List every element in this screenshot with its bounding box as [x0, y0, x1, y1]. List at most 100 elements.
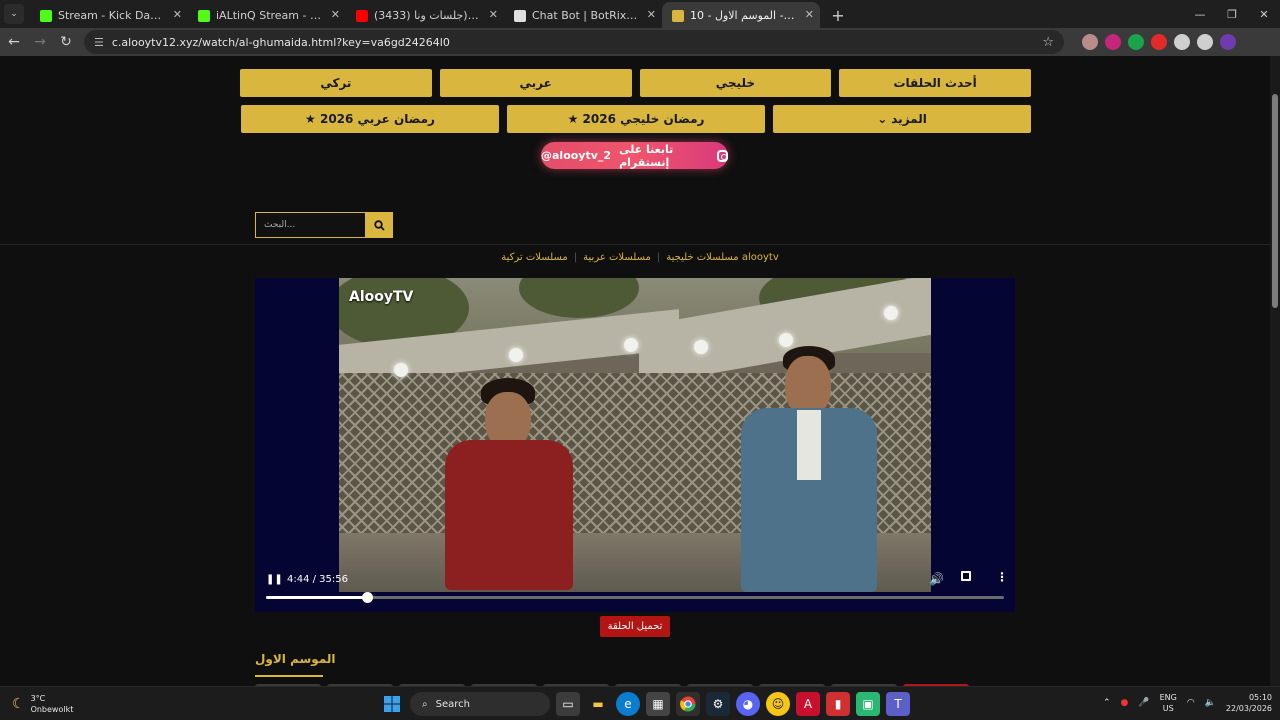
nav-button[interactable]: أحدث الحلقات — [839, 69, 1031, 97]
tab-close-icon[interactable]: ✕ — [805, 8, 814, 21]
maximize-button[interactable]: ❐ — [1216, 0, 1248, 28]
forward-button[interactable]: → — [28, 30, 52, 54]
browser-tab[interactable]: Stream - Kick Dashboard ✕ — [30, 2, 188, 28]
chrome-logo-icon — [680, 696, 696, 712]
media-app-icon[interactable]: ▮ — [826, 692, 850, 716]
extension-icon[interactable] — [1220, 34, 1236, 50]
speaker-icon[interactable]: 🔈 — [1205, 698, 1216, 708]
site-search: البحث... — [255, 212, 393, 238]
tab-search-button[interactable]: ⌄ — [4, 4, 24, 24]
tab-title: Chat Bot | BotRix — Cloud Strea — [532, 8, 640, 22]
extension-icon[interactable] — [1174, 34, 1190, 50]
url-text: c.alooytv12.xyz/watch/al-ghumaida.html?k… — [111, 35, 450, 49]
nav-button[interactable]: تركي — [240, 69, 432, 97]
seek-bar-played — [266, 596, 368, 599]
back-button[interactable]: ← — [2, 30, 26, 54]
tab-favicon-icon — [356, 10, 368, 22]
extension-icon[interactable] — [1105, 34, 1121, 50]
weather-widget[interactable]: ☾ 3°C Onbewolkt — [12, 693, 73, 715]
emoji-app-icon[interactable]: ☺ — [766, 692, 790, 716]
more-menu-button[interactable]: المزيد ⌄ — [773, 105, 1031, 133]
tab-title: العميضة - الموسم الاول - 10 — [690, 8, 798, 22]
seek-bar[interactable] — [266, 592, 1004, 603]
clock[interactable]: 05:10 22/03/2026 — [1226, 692, 1272, 714]
tab-close-icon[interactable]: ✕ — [647, 8, 656, 21]
taskbar-search[interactable]: ⌕ Search — [410, 692, 550, 716]
browser-tab[interactable]: العميضة - الموسم الاول - 10 ✕ — [662, 2, 820, 28]
extension-icon[interactable] — [1128, 34, 1144, 50]
extension-icon[interactable] — [1151, 34, 1167, 50]
season-title[interactable]: الموسم الاول — [255, 652, 336, 666]
clock-date: 22/03/2026 — [1225, 704, 1272, 713]
category-link[interactable]: مسلسلات عربية — [583, 252, 651, 263]
discord-icon[interactable]: ◕ — [736, 692, 760, 716]
browser-tab[interactable]: iALtinQ Stream - Watch Live on ✕ — [188, 2, 346, 28]
category-link[interactable]: مسلسلات تركية — [501, 252, 568, 263]
site-info-icon[interactable]: ☰ — [94, 36, 104, 49]
search-icon: ⌕ — [422, 698, 428, 710]
wifi-icon[interactable]: ◠ — [1187, 698, 1195, 708]
adobe-icon[interactable]: A — [796, 692, 820, 716]
address-bar[interactable]: ☰ c.alooytv12.xyz/watch/al-ghumaida.html… — [84, 30, 1064, 54]
seek-handle[interactable] — [362, 592, 374, 603]
search-input[interactable]: البحث... — [255, 212, 366, 238]
nav-button-label: المزيد — [891, 112, 927, 126]
video-scene-bulb — [394, 363, 408, 377]
language-indicator[interactable]: ENG US — [1160, 692, 1177, 714]
page-scrollbar[interactable] — [1270, 56, 1280, 686]
nav-button-label: ★ رمضان خليجي 2026 — [567, 112, 705, 126]
volume-icon[interactable]: 🔊 — [929, 572, 944, 586]
tab-close-icon[interactable]: ✕ — [173, 8, 182, 21]
search-button[interactable] — [366, 212, 393, 238]
teams-icon[interactable]: T — [886, 692, 910, 716]
microphone-icon[interactable]: 🎤 — [1138, 698, 1149, 708]
windows-logo-icon — [384, 696, 400, 712]
tab-close-icon[interactable]: ✕ — [489, 8, 498, 21]
weather-desc: Onbewolkt — [30, 705, 74, 714]
taskbar-apps: ⌕ Search ▭ ▬ e ▦ ⚙ ◕ ☺ A ▮ ▣ T — [380, 692, 910, 716]
chevron-up-icon[interactable]: ⌃ — [1103, 698, 1111, 708]
instagram-follow-button[interactable]: @alooytv_2 تابعنا على إنستقرام — [541, 142, 728, 169]
nav-button[interactable]: ★ رمضان خليجي 2026 — [507, 105, 765, 133]
header-divider — [0, 244, 1270, 245]
chat-app-icon[interactable]: ▣ — [856, 692, 880, 716]
nav-button[interactable]: عربي — [439, 69, 632, 97]
reload-button[interactable]: ↻ — [54, 30, 78, 54]
start-button[interactable] — [380, 692, 404, 716]
video-scene-bulb — [779, 333, 793, 347]
tray-app-icon[interactable]: ● — [1120, 698, 1128, 708]
nav-button[interactable]: ★ رمضان عربي 2026 — [241, 105, 499, 133]
video-scene-shirt — [797, 410, 821, 480]
scrollbar-thumb[interactable] — [1272, 94, 1278, 308]
category-link[interactable]: alooytv مسلسلات خليجية — [666, 252, 779, 263]
pause-icon[interactable]: ❚❚ — [266, 574, 283, 585]
tab-title: Stream - Kick Dashboard — [58, 8, 166, 22]
close-window-button[interactable]: ✕ — [1248, 0, 1280, 28]
tab-close-icon[interactable]: ✕ — [331, 8, 340, 21]
browser-tab[interactable]: Chat Bot | BotRix — Cloud Strea ✕ — [504, 2, 662, 28]
steam-icon[interactable]: ⚙ — [706, 692, 730, 716]
chrome-icon[interactable] — [676, 692, 700, 716]
tab-favicon-icon — [514, 10, 526, 22]
bookmark-star-icon[interactable]: ☆ — [1042, 35, 1054, 50]
windows-taskbar: ☾ 3°C Onbewolkt ⌕ Search ▭ ▬ e ▦ ⚙ ◕ ☺ A… — [0, 686, 1280, 720]
more-options-icon[interactable]: ⋮ — [996, 570, 1008, 584]
edge-icon[interactable]: e — [616, 692, 640, 716]
fullscreen-icon[interactable] — [961, 571, 971, 581]
instagram-handle: @alooytv_2 — [541, 149, 612, 162]
download-episode-button[interactable]: تحميل الحلقة — [600, 616, 670, 637]
extension-icon[interactable] — [1197, 34, 1213, 50]
category-separator: | — [656, 252, 661, 263]
video-scene-person-left — [439, 378, 579, 592]
video-player[interactable]: AlooyTV ❚❚ 4:44 / 35:56 🔊 ⋮ — [255, 278, 1015, 612]
task-view-icon[interactable]: ▭ — [556, 692, 580, 716]
new-tab-button[interactable]: + — [826, 3, 850, 27]
video-scene-person-right — [739, 346, 879, 592]
tab-list: Stream - Kick Dashboard✕iALtinQ Stream -… — [30, 2, 820, 28]
minimize-button[interactable]: — — [1184, 0, 1216, 28]
browser-tab[interactable]: (3433) داليا - خذني (جلسات ونا ✕ — [346, 2, 504, 28]
nav-button[interactable]: خليجي — [639, 69, 832, 97]
extension-icon[interactable] — [1082, 34, 1098, 50]
store-icon[interactable]: ▦ — [646, 692, 670, 716]
file-explorer-icon[interactable]: ▬ — [586, 692, 610, 716]
